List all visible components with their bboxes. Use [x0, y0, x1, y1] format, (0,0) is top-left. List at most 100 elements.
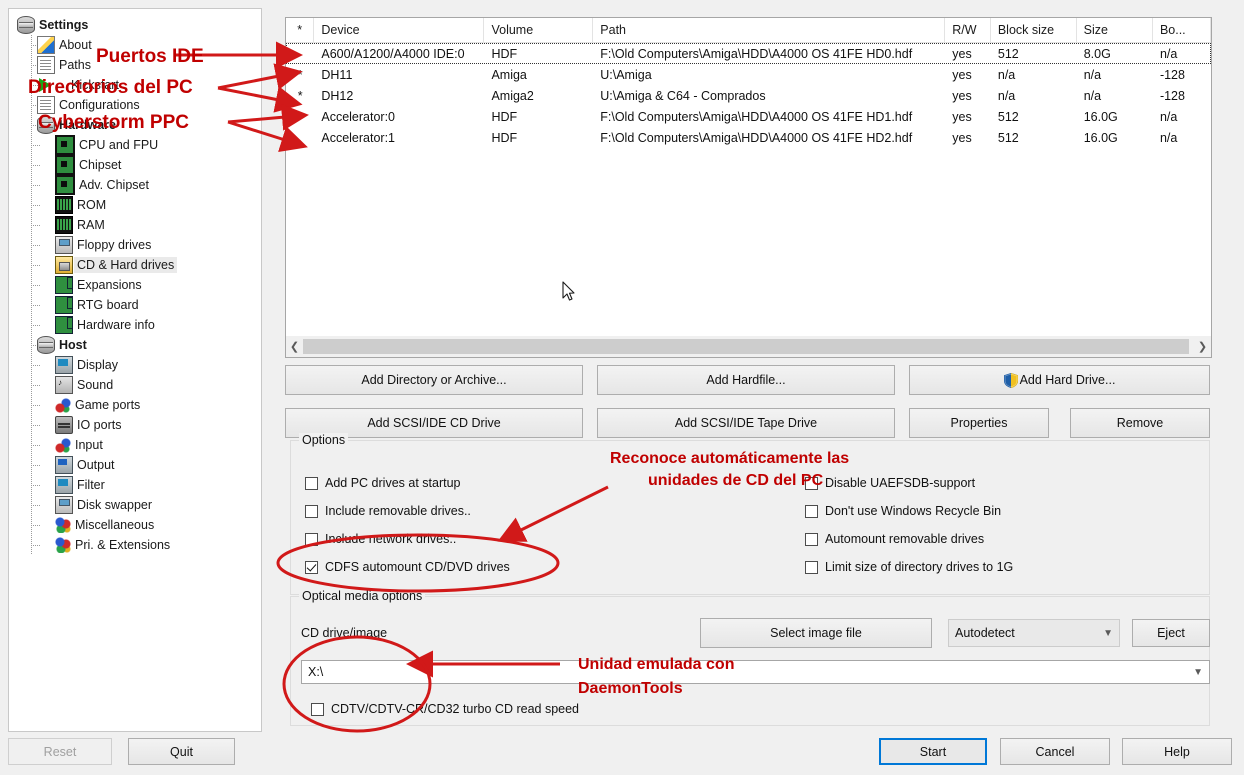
- column-header-star[interactable]: *: [286, 18, 315, 42]
- eject-button[interactable]: Eject: [1132, 619, 1210, 647]
- drive-list-hscrollbar[interactable]: ❮ ❯: [285, 336, 1212, 358]
- sidebar-item-settings[interactable]: Settings: [9, 15, 261, 35]
- drive-list-header[interactable]: * Device Volume Path R/W Block size Size Bo...: [286, 18, 1211, 43]
- checkbox-box[interactable]: [805, 560, 818, 574]
- tree-guide-stub: [31, 465, 41, 466]
- hscroll-track[interactable]: [303, 337, 1194, 356]
- checkbox-disable-uaefsdb-support[interactable]: Disable UAEFSDB-support: [805, 476, 975, 490]
- hscroll-thumb[interactable]: [303, 339, 1189, 354]
- sidebar-item-hardware[interactable]: Hardware: [9, 115, 261, 135]
- column-header-path[interactable]: Path: [593, 18, 946, 42]
- tree-guide-stub: [31, 245, 41, 246]
- column-header-bo[interactable]: Bo...: [1153, 18, 1211, 42]
- checkbox-cdfs-automount-cd-dvd-drives[interactable]: CDFS automount CD/DVD drives: [305, 560, 510, 574]
- help-label: Help: [1164, 744, 1190, 759]
- checkbox-box[interactable]: [305, 504, 318, 518]
- add-directory-or-archive-button[interactable]: Add Directory or Archive...: [285, 365, 583, 395]
- checkbox-box[interactable]: [305, 560, 318, 574]
- table-row[interactable]: * DH11 Amiga U:\Amiga yes n/a n/a -128: [286, 64, 1211, 85]
- sidebar-item-pri-extensions[interactable]: Pri. & Extensions: [9, 535, 261, 555]
- checkbox-box[interactable]: [805, 476, 818, 490]
- sidebar-item-disk-swapper[interactable]: Disk swapper: [9, 495, 261, 515]
- drive-list[interactable]: * Device Volume Path R/W Block size Size Bo... …: [285, 17, 1212, 347]
- sidebar-item-rtg-board[interactable]: RTG board: [9, 295, 261, 315]
- drive-list-body[interactable]: A600/A1200/A4000 IDE:0 HDF F:\Old Computer…: [286, 43, 1211, 148]
- checkbox-limit-size-of-directory-drives-to-1g[interactable]: Limit size of directory drives to 1G: [805, 560, 1013, 574]
- sidebar-item-miscellaneous[interactable]: Miscellaneous: [9, 515, 261, 535]
- optical-mode-dropdown[interactable]: Autodetect ▼: [948, 619, 1120, 647]
- sidebar-item-output[interactable]: Output: [9, 455, 261, 475]
- checkbox-add-pc-drives-at-startup[interactable]: Add PC drives at startup: [305, 476, 460, 490]
- column-header-device[interactable]: Device: [314, 18, 485, 42]
- tree-guide-stub: [31, 505, 41, 506]
- cell-size: 16.0G: [1083, 109, 1118, 124]
- table-row[interactable]: Accelerator:0 HDF F:\Old Computers\Amiga\H…: [286, 106, 1211, 127]
- table-row[interactable]: * DH12 Amiga2 U:\Amiga & C64 - Comprados yes…: [286, 85, 1211, 106]
- tree-guide-stub: [31, 185, 41, 186]
- start-label: Start: [919, 744, 947, 759]
- column-header-block[interactable]: Block size: [991, 18, 1077, 42]
- sidebar-item-rom[interactable]: ROM: [9, 195, 261, 215]
- table-row[interactable]: Accelerator:1 HDF F:\Old Computers\Amiga\H…: [286, 127, 1211, 148]
- sidebar-item-floppy-drives[interactable]: Floppy drives: [9, 235, 261, 255]
- sidebar-item-input[interactable]: Input: [9, 435, 261, 455]
- sidebar-item-host[interactable]: Host: [9, 335, 261, 355]
- properties-button[interactable]: Properties: [909, 408, 1049, 438]
- checkbox-box[interactable]: [805, 504, 818, 518]
- select-image-file-button[interactable]: Select image file: [700, 618, 932, 648]
- sidebar-item-kickstart[interactable]: Kickstart: [9, 75, 261, 95]
- sidebar-item-about[interactable]: About: [9, 35, 261, 55]
- checkbox-box[interactable]: [305, 476, 318, 490]
- sidebar-item-ram[interactable]: RAM: [9, 215, 261, 235]
- cd-drive-image-input[interactable]: X:\ ▼: [301, 660, 1210, 684]
- settings-tree-panel[interactable]: Settings About Paths Kickstart Configuration…: [8, 8, 262, 732]
- turbo-cd-read-speed-checkbox[interactable]: CDTV/CDTV-CR/CD32 turbo CD read speed: [311, 702, 579, 716]
- sidebar-item-expansions[interactable]: Expansions: [9, 275, 261, 295]
- help-button[interactable]: Help: [1122, 738, 1232, 765]
- quit-button[interactable]: Quit: [128, 738, 235, 765]
- reset-button[interactable]: Reset: [8, 738, 112, 765]
- sidebar-item-filter[interactable]: Filter: [9, 475, 261, 495]
- cell-rw: yes: [952, 67, 972, 82]
- checkbox-box[interactable]: [805, 532, 818, 546]
- sidebar-item-adv-chipset[interactable]: Adv. Chipset: [9, 175, 261, 195]
- remove-button[interactable]: Remove: [1070, 408, 1210, 438]
- sidebar-item-chipset[interactable]: Chipset: [9, 155, 261, 175]
- sidebar-item-io-ports[interactable]: IO ports: [9, 415, 261, 435]
- checkbox-include-network-drives[interactable]: Include network drives..: [305, 532, 456, 546]
- cell-bo: n/a: [1159, 130, 1178, 145]
- cell-block: 512: [997, 109, 1019, 124]
- properties-label: Properties: [950, 416, 1008, 430]
- checkbox-don-t-use-windows-recycle-bin[interactable]: Don't use Windows Recycle Bin: [805, 504, 1001, 518]
- checkbox-box[interactable]: [311, 702, 324, 716]
- scroll-left-icon[interactable]: ❮: [286, 337, 303, 356]
- table-row[interactable]: A600/A1200/A4000 IDE:0 HDF F:\Old Computer…: [286, 43, 1211, 64]
- sidebar-item-hardware-info[interactable]: Hardware info: [9, 315, 261, 335]
- sidebar-item-cd-hard-drives[interactable]: CD & Hard drives: [9, 255, 261, 275]
- column-header-size[interactable]: Size: [1077, 18, 1153, 42]
- chevron-down-icon[interactable]: ▼: [1193, 667, 1203, 678]
- sidebar-item-label: Output: [77, 458, 115, 472]
- add-scsi-ide-tape-drive-button[interactable]: Add SCSI/IDE Tape Drive: [597, 408, 895, 438]
- column-header-volume[interactable]: Volume: [484, 18, 594, 42]
- sidebar-item-game-ports[interactable]: Game ports: [9, 395, 261, 415]
- scroll-right-icon[interactable]: ❯: [1194, 337, 1211, 356]
- add-hardfile-button[interactable]: Add Hardfile...: [597, 365, 895, 395]
- settings-tree[interactable]: Settings About Paths Kickstart Configuration…: [9, 9, 261, 555]
- sidebar-item-cpu-and-fpu[interactable]: CPU and FPU: [9, 135, 261, 155]
- cancel-button[interactable]: Cancel: [1000, 738, 1110, 765]
- sidebar-item-sound[interactable]: Sound: [9, 375, 261, 395]
- checkbox-box[interactable]: [305, 532, 318, 546]
- cd-drive-image-label: CD drive/image: [301, 626, 388, 640]
- column-header-rw[interactable]: R/W: [945, 18, 991, 42]
- checkbox-include-removable-drives[interactable]: Include removable drives..: [305, 504, 471, 518]
- add-hard-drive-button[interactable]: Add Hard Drive...: [909, 365, 1210, 395]
- start-button[interactable]: Start: [879, 738, 987, 765]
- optical-group-title: Optical media options: [299, 589, 426, 603]
- sidebar-item-display[interactable]: Display: [9, 355, 261, 375]
- cell-rw: yes: [952, 88, 972, 103]
- sidebar-item-configurations[interactable]: Configurations: [9, 95, 261, 115]
- add-cd-drive-label: Add SCSI/IDE CD Drive: [367, 416, 501, 430]
- checkbox-automount-removable-drives[interactable]: Automount removable drives: [805, 532, 984, 546]
- sidebar-item-paths[interactable]: Paths: [9, 55, 261, 75]
